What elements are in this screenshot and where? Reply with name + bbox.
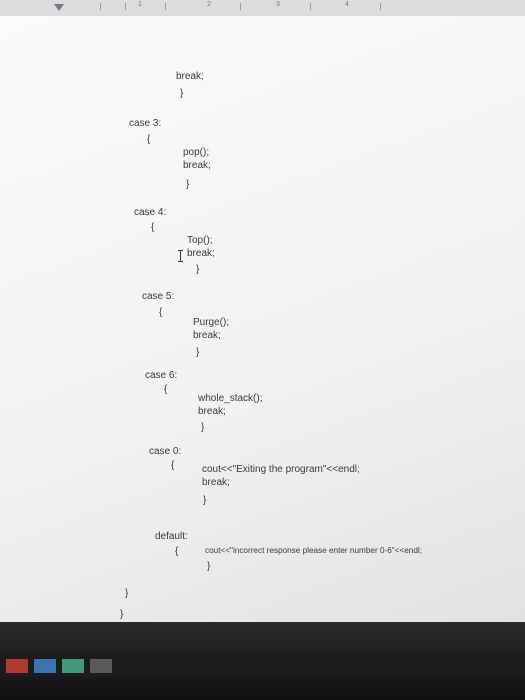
code-line: case 5:: [142, 291, 175, 302]
code-line: }: [120, 609, 124, 620]
code-line: }: [203, 495, 207, 506]
code-line: default:: [155, 531, 188, 542]
code-line: case 6:: [145, 370, 178, 381]
taskbar-app-icon[interactable]: [6, 659, 28, 673]
ruler-number: 2: [207, 1, 211, 8]
code-line: Top();: [187, 235, 213, 246]
code-line: break;: [202, 477, 230, 488]
document-page[interactable]: [0, 16, 525, 622]
ruler-number: 4: [345, 1, 349, 8]
code-line: break;: [198, 406, 226, 417]
code-line: case 3:: [129, 118, 162, 129]
ruler-tick: [240, 3, 241, 10]
code-line: {: [151, 222, 155, 233]
code-line: }: [180, 88, 184, 99]
code-line: break;: [176, 71, 204, 82]
ruler-tick: [125, 3, 126, 10]
code-line: cout<<"Exiting the program"<<endl;: [202, 464, 360, 475]
code-line: cout<<"incorrect response please enter n…: [205, 546, 423, 555]
document-ruler[interactable]: 1 2 3 4: [0, 0, 525, 17]
code-line: {: [164, 384, 168, 395]
text-cursor-icon: [178, 250, 183, 262]
code-line: {: [159, 307, 163, 318]
ruler-tick: [380, 3, 381, 10]
ruler-tick: [310, 3, 311, 10]
code-line: case 4:: [134, 207, 167, 218]
ruler-tick: [165, 3, 166, 10]
code-line: break;: [183, 160, 211, 171]
code-line: {: [147, 134, 151, 145]
code-line: {: [171, 460, 175, 471]
taskbar-app-icon[interactable]: [62, 659, 84, 673]
code-line: break;: [187, 248, 215, 259]
code-line: {: [175, 546, 179, 557]
taskbar-word-icon[interactable]: [34, 659, 56, 673]
code-line: pop();: [183, 147, 210, 158]
code-line: }: [125, 588, 129, 599]
code-line: }: [196, 264, 200, 275]
indent-marker-icon[interactable]: [54, 4, 64, 11]
code-line: }: [207, 561, 211, 572]
code-line: }: [186, 179, 190, 190]
screen: 1 2 3 4 break; } case 3: { pop(); break;…: [0, 0, 525, 700]
ruler-number: 1: [138, 1, 142, 8]
taskbar-app-icon[interactable]: [90, 659, 112, 673]
ruler-tick: [100, 3, 101, 10]
taskbar: [0, 655, 525, 677]
code-line: }: [196, 347, 200, 358]
code-line: break;: [193, 330, 221, 341]
code-line: whole_stack();: [198, 393, 263, 404]
code-line: Purge();: [193, 317, 230, 328]
code-line: }: [201, 422, 205, 433]
ruler-number: 3: [276, 1, 280, 8]
code-line: case 0:: [149, 446, 182, 457]
